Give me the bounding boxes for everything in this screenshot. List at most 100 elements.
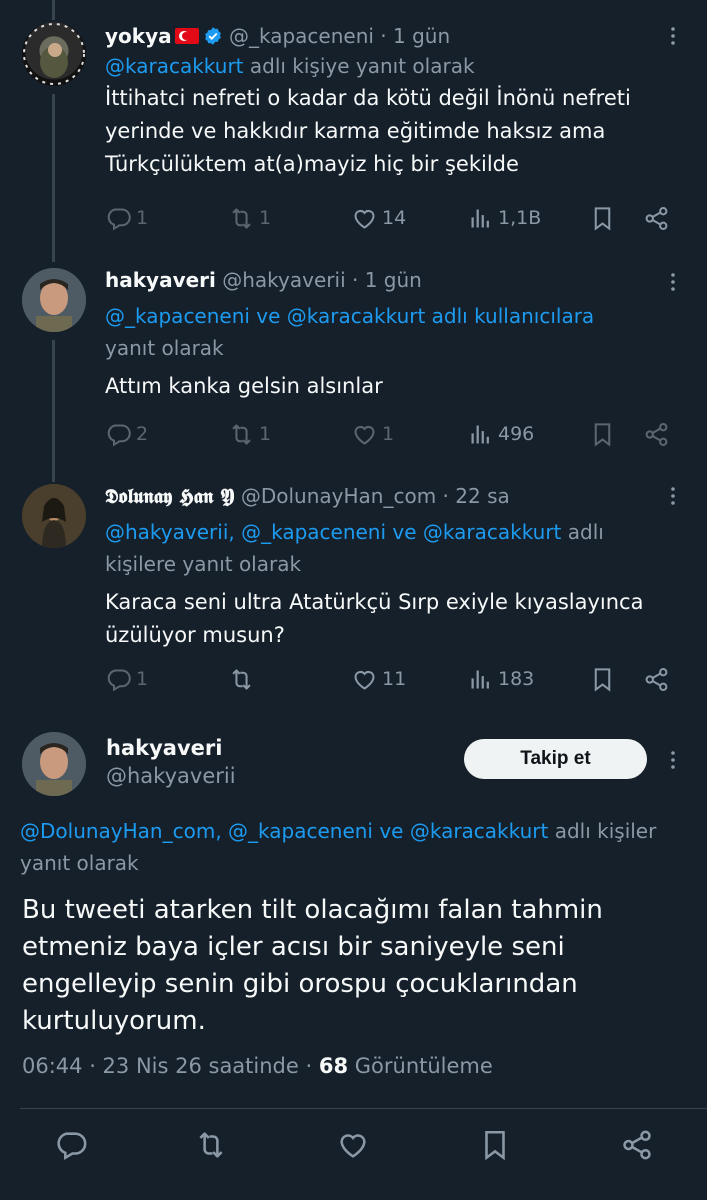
like-button[interactable]: 14 — [351, 201, 406, 235]
reply-button[interactable]: 1 — [105, 662, 148, 696]
share-icon[interactable] — [620, 1128, 654, 1162]
like-count: 11 — [382, 668, 407, 690]
mention-link[interactable]: @karacakkurt — [105, 54, 244, 78]
mention-link[interactable]: @hakyaverii, @_kapaceneni ve @karacakkur… — [105, 520, 561, 544]
views-button[interactable]: 1,1B — [467, 201, 541, 235]
retweet-count: 1 — [259, 207, 272, 229]
avatar[interactable] — [22, 22, 86, 86]
tweet-text: Bu tweeti atarken tilt olacağımı falan t… — [22, 895, 603, 1036]
retweet-icon — [228, 205, 255, 232]
reply-context-label: adlı kişiye yanıt olarak — [243, 54, 475, 78]
view-count: 1,1B — [498, 207, 542, 229]
view-count: 496 — [498, 423, 535, 445]
like-count: 1 — [382, 423, 395, 445]
handle[interactable]: @DolunayHan_com — [241, 484, 436, 508]
share-icon — [643, 205, 670, 232]
reply-context-label: yanıt olarak — [20, 851, 139, 875]
tweet-3[interactable]: 𝕯𝖔𝖑𝖚𝖓𝖆𝖞 𝕳𝖆𝖓 𝖄 @DolunayHan_com · 22 sa @h… — [0, 480, 707, 708]
more-icon[interactable] — [661, 24, 685, 48]
tweet-header: hakyaveri @hakyaverii · 1 gün — [105, 266, 687, 294]
follow-button[interactable]: Takip et — [464, 739, 647, 779]
tweet-2[interactable]: hakyaveri @hakyaverii · 1 gün @_kapacene… — [0, 262, 707, 480]
retweet-button[interactable]: 1 — [228, 201, 271, 235]
more-icon[interactable] — [661, 484, 685, 508]
tweet-text: Attım kanka gelsin alsınlar — [105, 374, 383, 398]
tweet-1[interactable]: yokya @_kapaceneni · 1 gün @karacakkurt … — [0, 0, 707, 262]
reply-icon[interactable] — [54, 1128, 88, 1162]
tweet-meta: 06:44 · 23 Nis 26 saatinde · 68 Görüntül… — [22, 1054, 493, 1078]
retweet-icon — [228, 421, 255, 448]
handle[interactable]: @hakyaverii — [222, 268, 345, 292]
reply-count: 1 — [136, 668, 149, 690]
reply-context: @DolunayHan_com, @_kapaceneni ve @karaca… — [20, 815, 707, 847]
more-icon[interactable] — [661, 270, 685, 294]
avatar[interactable] — [22, 732, 86, 796]
retweet-button[interactable]: 1 — [228, 417, 271, 451]
turkey-flag-icon — [174, 28, 199, 44]
views-icon — [467, 666, 494, 693]
like-button[interactable]: 11 — [351, 662, 406, 696]
view-count: 68 — [318, 1054, 349, 1078]
bookmark-button[interactable] — [589, 417, 616, 451]
share-button[interactable] — [643, 417, 670, 451]
tweet-actions: 1 11 183 — [105, 662, 685, 696]
display-name[interactable]: yokya — [105, 24, 172, 48]
bookmark-icon[interactable] — [478, 1128, 512, 1162]
display-name[interactable]: hakyaveri — [106, 734, 236, 762]
tweet-header: yokya @_kapaceneni · 1 gün — [105, 22, 687, 50]
tweet-text: İttihatci nefreti o kadar da kötü değil … — [105, 86, 631, 176]
tweet-actions: 1 1 14 1,1B — [105, 201, 685, 235]
view-count: 183 — [498, 668, 535, 690]
bookmark-button[interactable] — [589, 662, 616, 696]
timestamp[interactable]: 06:44 · 23 Nis 26 saatinde · — [22, 1054, 319, 1078]
like-button[interactable]: 1 — [351, 417, 394, 451]
heart-icon[interactable] — [336, 1128, 370, 1162]
share-button[interactable] — [643, 662, 670, 696]
avatar[interactable] — [22, 268, 86, 332]
views-label: Görüntüleme — [348, 1054, 493, 1078]
mention-link[interactable]: @_kapaceneni ve @karacakkurt adlı kullan… — [105, 300, 687, 332]
handle[interactable]: @hakyaverii — [106, 762, 236, 790]
timestamp[interactable]: · 22 sa — [443, 484, 510, 508]
share-icon — [643, 666, 670, 693]
share-button[interactable] — [643, 201, 670, 235]
reply-button[interactable]: 1 — [105, 201, 148, 235]
display-name[interactable]: 𝕯𝖔𝖑𝖚𝖓𝖆𝖞 𝕳𝖆𝖓 𝖄 — [105, 484, 235, 508]
bookmark-icon — [589, 421, 616, 448]
reply-context-label: adlı kişiler — [548, 819, 657, 843]
bookmark-icon — [589, 205, 616, 232]
heart-icon — [351, 666, 378, 693]
like-count: 14 — [382, 207, 407, 229]
bookmark-button[interactable] — [589, 201, 616, 235]
reply-count: 1 — [136, 207, 149, 229]
reply-count: 2 — [136, 423, 149, 445]
views-button[interactable]: 496 — [467, 417, 534, 451]
handle[interactable]: @_kapaceneni — [229, 24, 374, 48]
retweet-button[interactable] — [228, 662, 259, 696]
views-icon — [467, 421, 494, 448]
timestamp[interactable]: · 1 gün — [380, 24, 450, 48]
avatar[interactable] — [22, 484, 86, 548]
tweet-actions: 2 1 1 496 — [105, 417, 685, 451]
reply-context: @hakyaverii, @_kapaceneni ve @karacakkur… — [105, 516, 650, 580]
reply-context: @_kapaceneni ve @karacakkurt adlı kullan… — [105, 300, 687, 364]
main-tweet: hakyaveri @hakyaverii Takip et @DolunayH… — [0, 708, 707, 1200]
divider — [20, 1108, 707, 1109]
reply-icon — [105, 205, 132, 232]
views-icon — [467, 205, 494, 232]
retweet-icon — [228, 666, 255, 693]
verified-badge-icon — [203, 26, 223, 46]
views-button[interactable]: 183 — [467, 662, 534, 696]
heart-icon — [351, 205, 378, 232]
reply-icon — [105, 666, 132, 693]
tweet-header: 𝕯𝖔𝖑𝖚𝖓𝖆𝖞 𝕳𝖆𝖓 𝖄 @DolunayHan_com · 22 sa — [105, 482, 687, 510]
retweet-icon[interactable] — [194, 1128, 228, 1162]
reply-button[interactable]: 2 — [105, 417, 148, 451]
reply-context-label: yanıt olarak — [105, 336, 224, 360]
display-name[interactable]: hakyaveri — [105, 268, 216, 292]
retweet-count: 1 — [259, 423, 272, 445]
mention-link[interactable]: @DolunayHan_com, @_kapaceneni ve @karaca… — [20, 819, 548, 843]
reply-icon — [105, 421, 132, 448]
more-icon[interactable] — [661, 748, 685, 772]
timestamp[interactable]: · 1 gün — [352, 268, 422, 292]
